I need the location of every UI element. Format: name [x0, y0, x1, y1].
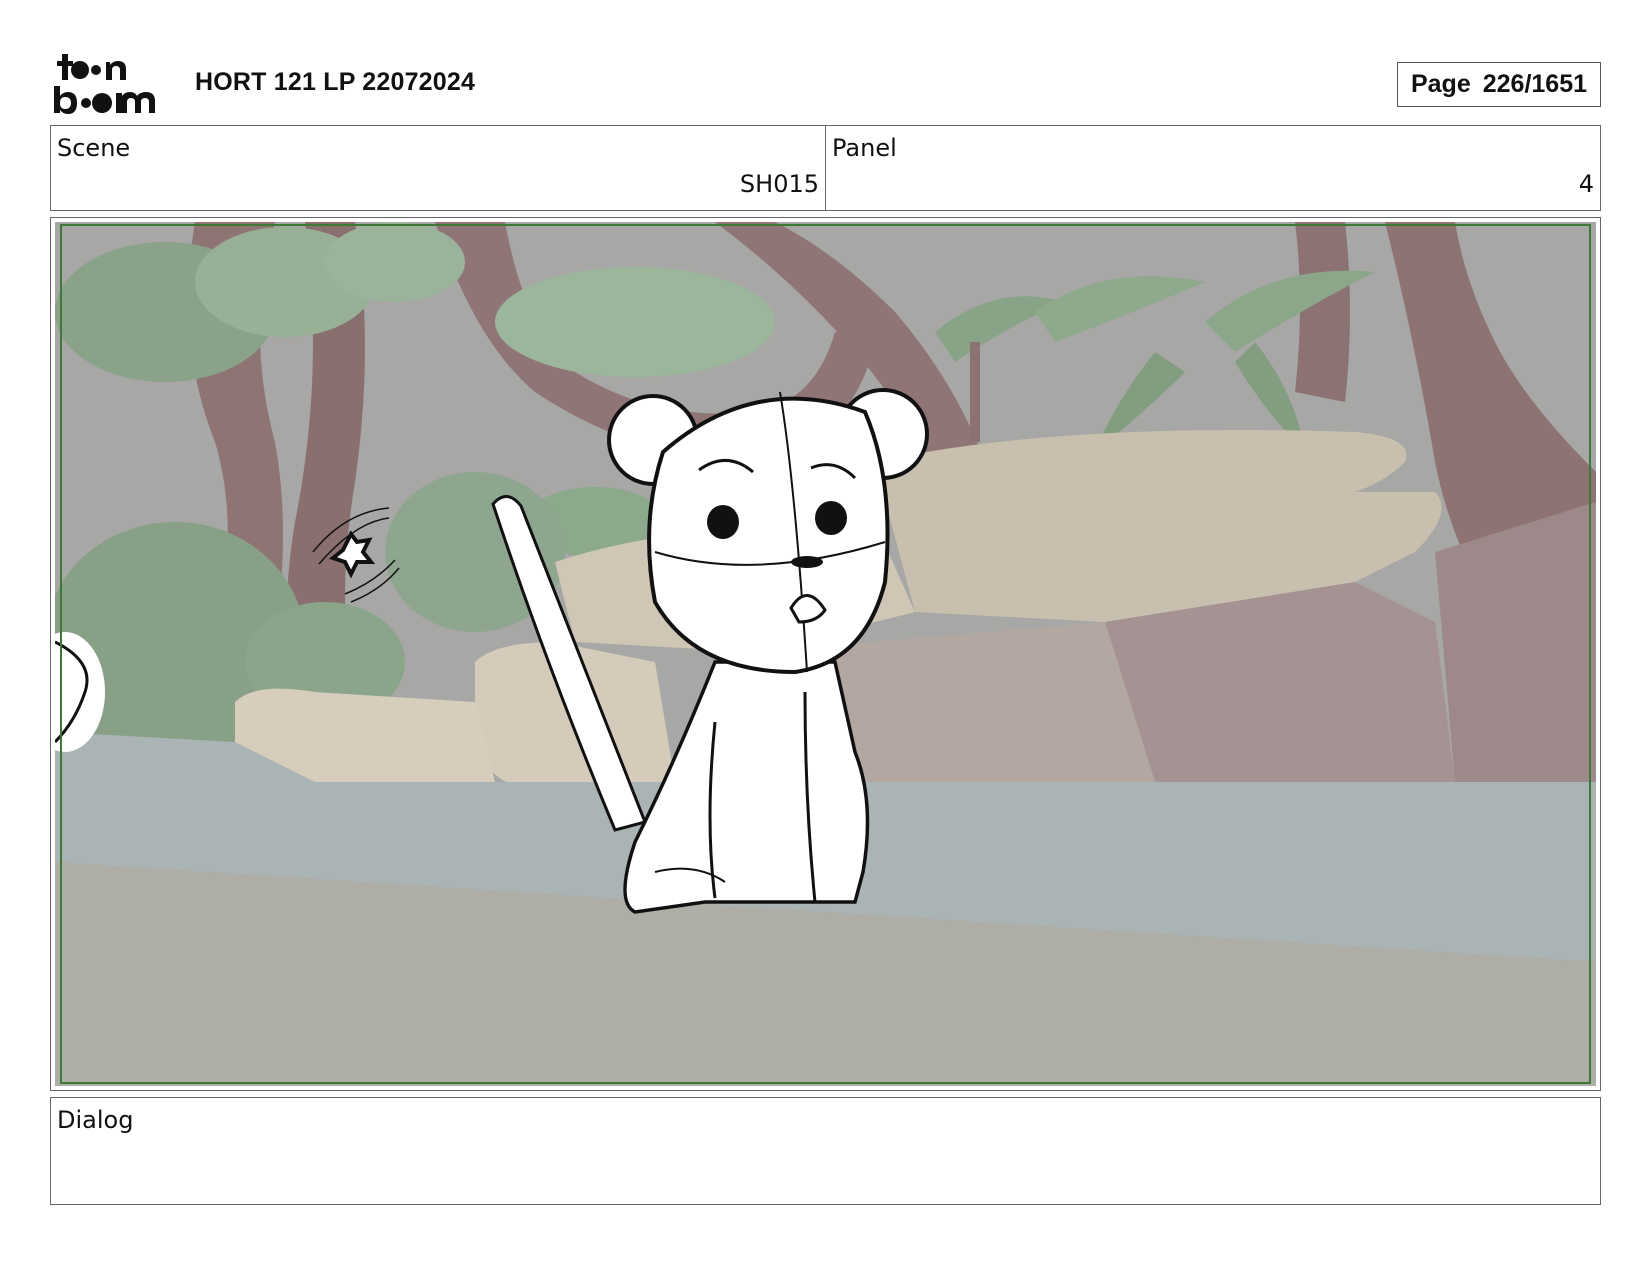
scene-value: SH015: [739, 170, 819, 198]
document-title: HORT 121 LP 22072024: [195, 68, 476, 96]
panel-artwork: [55, 222, 1596, 1086]
page-number: 226/1651: [1482, 70, 1588, 98]
toon-boom-logo: [54, 54, 155, 114]
page-label: Page: [1410, 70, 1471, 98]
storyboard-panel: [50, 217, 1601, 1091]
panel-cell: Panel 4: [825, 126, 1600, 210]
dialog-label: Dialog: [57, 1106, 134, 1134]
dialog-box: Dialog: [50, 1097, 1601, 1205]
scene-cell: Scene SH015: [51, 126, 825, 210]
scene-label: Scene: [57, 134, 131, 162]
page-indicator: Page 226/1651: [1397, 62, 1601, 107]
scene-panel-row: Scene SH015 Panel 4: [50, 125, 1601, 211]
panel-label: Panel: [832, 134, 897, 162]
panel-value: 4: [1578, 170, 1594, 198]
